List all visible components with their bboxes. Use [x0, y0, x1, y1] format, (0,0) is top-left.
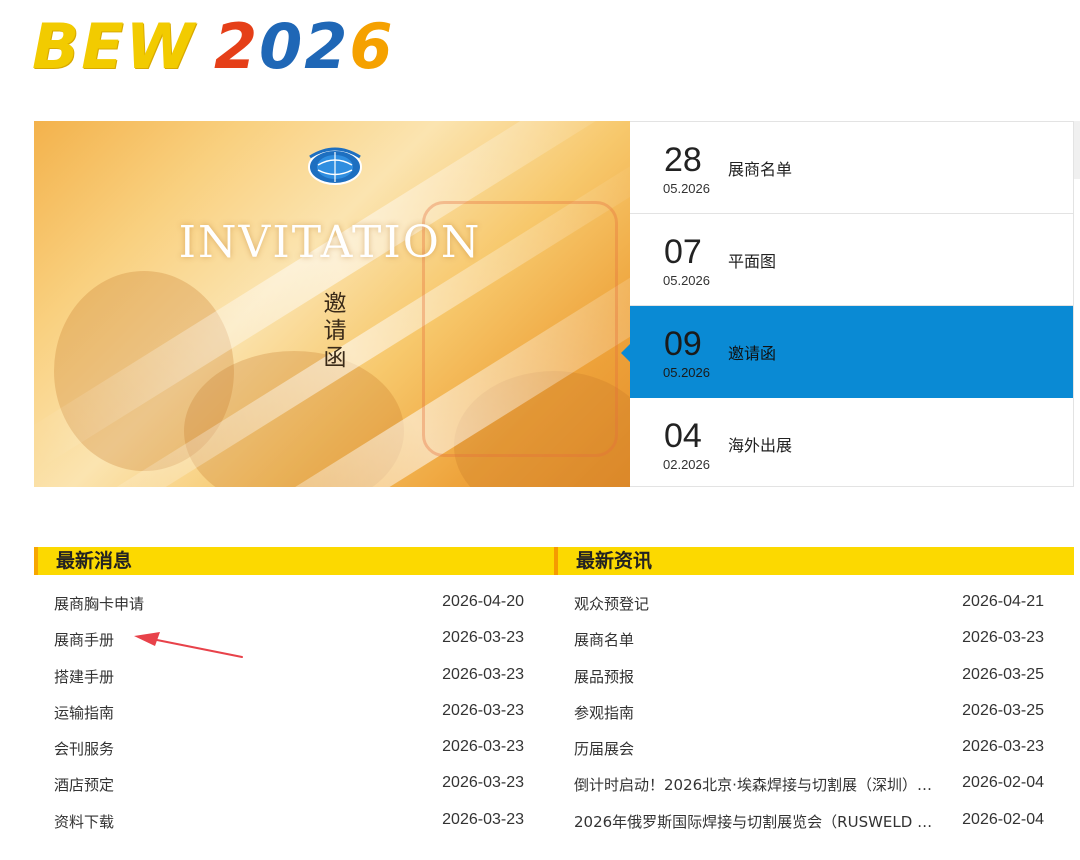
banner-subtitle: 邀请函 — [323, 291, 347, 371]
date-item-title[interactable]: 展商名单 — [728, 156, 792, 180]
news-row[interactable]: 观众预登记 2026-04-21 — [554, 586, 1074, 622]
date-month-year: 05.2026 — [663, 181, 710, 196]
news-column-latest-info: 最新资讯 观众预登记 2026-04-21 展商名单 2026-03-23 展品预报… — [554, 547, 1074, 840]
news-title-link[interactable]: 展商手册 — [54, 629, 419, 650]
news-row[interactable]: 资料下载 2026-03-23 — [34, 804, 554, 840]
column-header: 最新消息 — [34, 547, 554, 575]
news-date: 2026-03-23 — [442, 738, 524, 756]
date-month-year: 02.2026 — [663, 457, 710, 472]
news-title-link[interactable]: 展品预报 — [574, 666, 939, 687]
news-date: 2026-04-21 — [962, 593, 1044, 610]
news-date: 2026-03-23 — [442, 774, 524, 792]
column-header: 最新资讯 — [554, 547, 1074, 575]
news-title-link[interactable]: 倒计时启动！2026北京·埃森焊接与切割展（深圳）… — [574, 774, 939, 795]
news-row[interactable]: 展品预报 2026-03-25 — [554, 659, 1074, 695]
news-row[interactable]: 历届展会 2026-03-23 — [554, 731, 1074, 767]
news-row[interactable]: 倒计时启动！2026北京·埃森焊接与切割展（深圳）… 2026-02-04 — [554, 767, 1074, 803]
globe-emblem-icon — [308, 147, 362, 185]
news-row[interactable]: 展商名单 2026-03-23 — [554, 622, 1074, 658]
news-list: 观众预登记 2026-04-21 展商名单 2026-03-23 展品预报 2026-… — [554, 586, 1074, 840]
banner-title: INVITATION — [178, 217, 482, 268]
active-pointer-icon — [621, 344, 630, 362]
logo-year-digit: 0 — [259, 10, 305, 83]
column-title[interactable]: 最新资讯 — [576, 549, 652, 573]
date-list-item-active[interactable]: 09 05.2026 邀请函 — [621, 306, 1073, 398]
date-list-item[interactable]: 04 02.2026 海外出展 — [630, 398, 1073, 488]
date-month-year: 05.2026 — [663, 365, 710, 380]
news-title-link[interactable]: 2026年俄罗斯国际焊接与切割展览会（RUSWELD … — [574, 811, 939, 832]
date-list-item[interactable]: 07 05.2026 平面图 — [630, 214, 1073, 306]
date-day: 07 — [664, 233, 702, 271]
news-date: 2026-03-23 — [962, 738, 1044, 756]
logo-year-digit: 2 — [304, 10, 350, 83]
news-row[interactable]: 酒店预定 2026-03-23 — [34, 767, 554, 803]
date-day: 04 — [664, 417, 702, 455]
news-title-link[interactable]: 搭建手册 — [54, 666, 419, 687]
news-date: 2026-03-25 — [962, 701, 1044, 719]
news-title-link[interactable]: 资料下载 — [54, 811, 419, 832]
news-date: 2026-03-23 — [442, 665, 524, 683]
date-item-title[interactable]: 海外出展 — [728, 432, 792, 456]
news-title-link[interactable]: 历届展会 — [574, 738, 939, 759]
logo-year-digit: 6 — [349, 10, 395, 83]
news-date: 2026-03-23 — [962, 629, 1044, 647]
news-row[interactable]: 会刊服务 2026-03-23 — [34, 731, 554, 767]
news-row[interactable]: 搭建手册 2026-03-23 — [34, 659, 554, 695]
news-row[interactable]: 展商手册 2026-03-23 — [34, 622, 554, 658]
header-accent-bar — [34, 547, 38, 575]
date-item-title[interactable]: 邀请函 — [728, 340, 776, 364]
scroll-edge — [1074, 121, 1080, 179]
news-title-link[interactable]: 酒店预定 — [54, 774, 419, 795]
news-date: 2026-02-04 — [962, 774, 1044, 792]
news-date: 2026-03-23 — [442, 701, 524, 719]
news-title-link[interactable]: 参观指南 — [574, 702, 939, 723]
site-logo[interactable]: BEW 2026 — [32, 12, 395, 82]
header-accent-bar — [554, 547, 558, 575]
date-day: 09 — [664, 325, 702, 363]
news-column-latest-messages: 最新消息 展商胸卡申请 2026-04-20 展商手册 2026-03-23 搭建手… — [34, 547, 554, 840]
news-title-link[interactable]: 展商胸卡申请 — [54, 593, 419, 614]
news-date: 2026-03-25 — [962, 665, 1044, 683]
news-row[interactable]: 展商胸卡申请 2026-04-20 — [34, 586, 554, 622]
date-day: 28 — [664, 141, 702, 179]
news-row[interactable]: 运输指南 2026-03-23 — [34, 695, 554, 731]
news-row[interactable]: 2026年俄罗斯国际焊接与切割展览会（RUSWELD … 2026-02-04 — [554, 804, 1074, 840]
date-list-item[interactable]: 28 05.2026 展商名单 — [630, 122, 1073, 214]
news-date: 2026-02-04 — [962, 810, 1044, 828]
date-month-year: 05.2026 — [663, 273, 710, 288]
news-title-link[interactable]: 观众预登记 — [574, 593, 939, 614]
logo-year-digit: 2 — [214, 10, 260, 83]
news-row[interactable]: 参观指南 2026-03-25 — [554, 695, 1074, 731]
invitation-banner[interactable]: INVITATION 邀请函 — [34, 121, 630, 487]
news-list: 展商胸卡申请 2026-04-20 展商手册 2026-03-23 搭建手册 2026… — [34, 586, 554, 840]
news-date: 2026-03-23 — [442, 629, 524, 647]
news-title-link[interactable]: 会刊服务 — [54, 738, 419, 759]
logo-bew-text: BEW — [32, 10, 196, 83]
column-title[interactable]: 最新消息 — [56, 549, 132, 573]
news-date: 2026-03-23 — [442, 810, 524, 828]
news-title-link[interactable]: 运输指南 — [54, 702, 419, 723]
news-title-link[interactable]: 展商名单 — [574, 629, 939, 650]
date-item-title[interactable]: 平面图 — [728, 248, 776, 272]
news-date: 2026-04-20 — [442, 593, 524, 610]
date-list: 28 05.2026 展商名单 07 05.2026 平面图 09 05.202… — [621, 121, 1074, 488]
